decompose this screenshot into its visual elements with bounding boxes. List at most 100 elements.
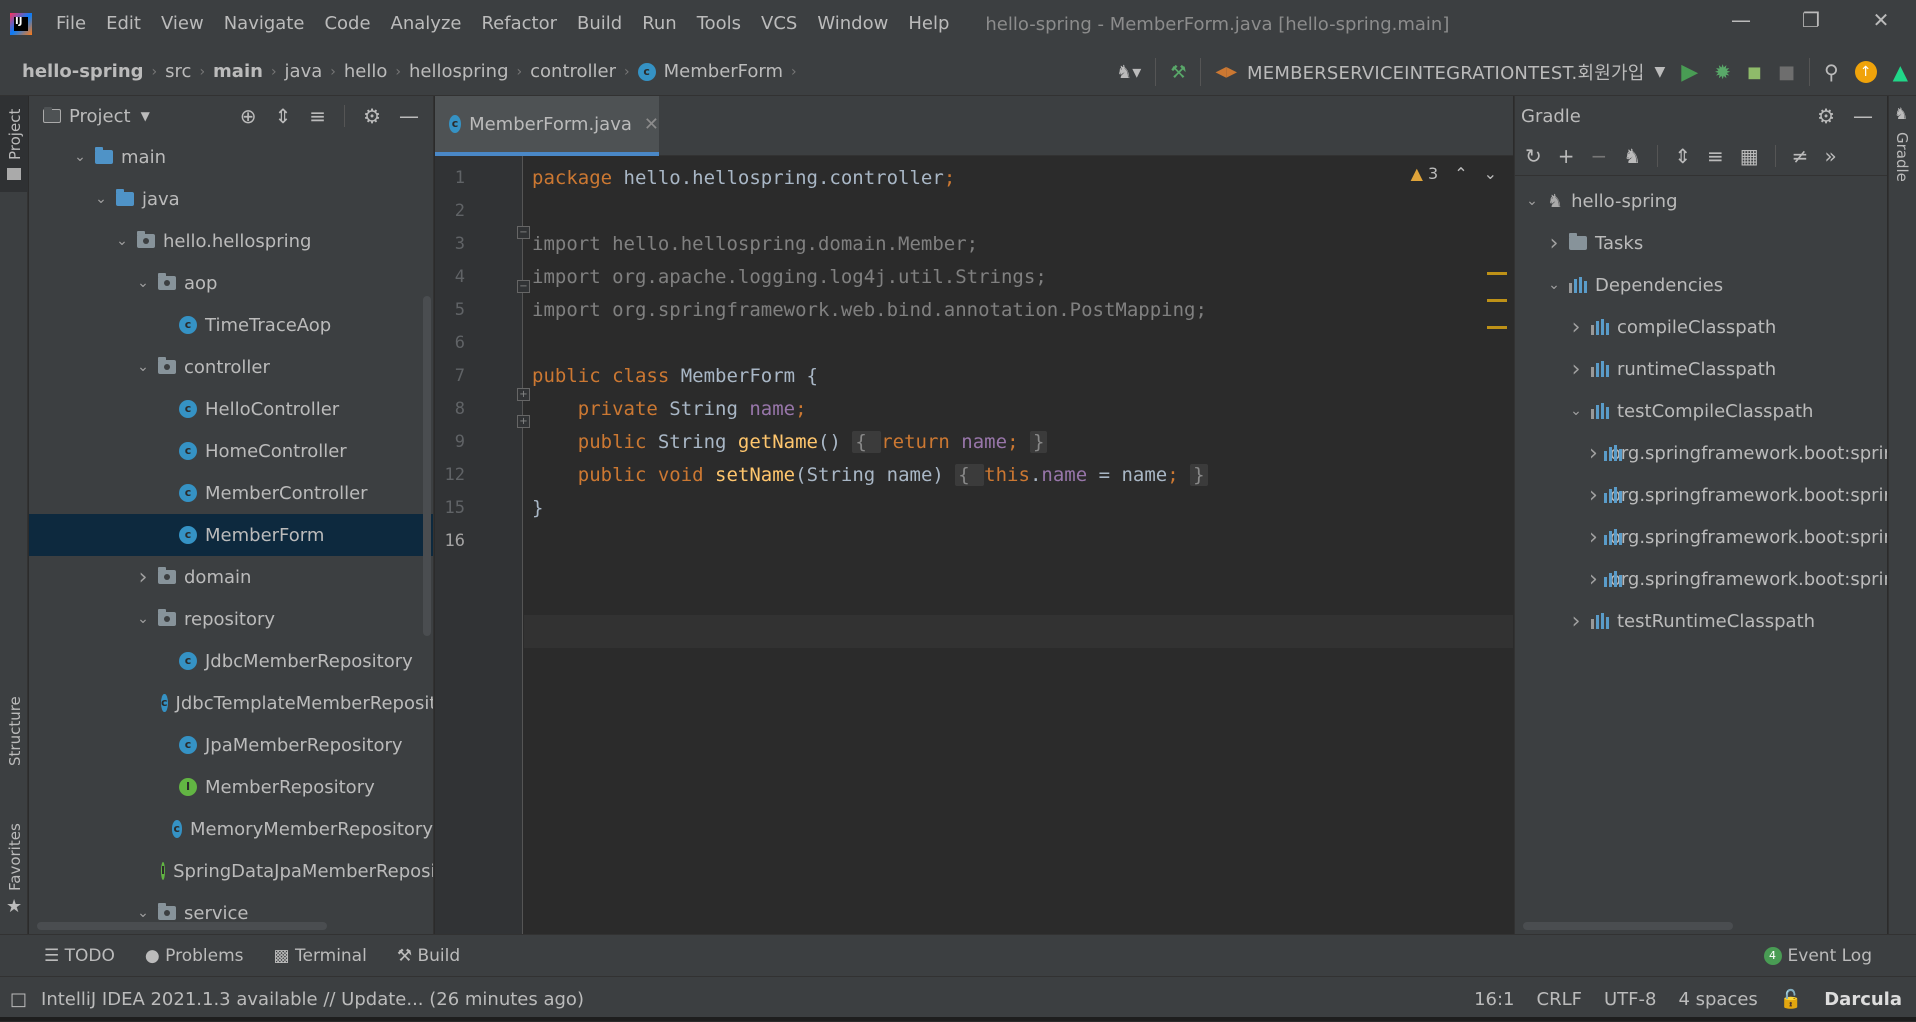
chevron-down-icon[interactable]: ▼ [141,109,150,123]
code-line[interactable]: import org.apache.logging.log4j.util.Str… [532,261,1047,294]
menu-analyze[interactable]: Analyze [381,0,472,48]
menu-run[interactable]: Run [632,0,687,48]
close-icon[interactable]: ✕ [644,114,659,135]
status-message[interactable]: IntelliJ IDEA 2021.1.3 available // Upda… [41,989,584,1010]
tree-item[interactable]: ⌄ repository [29,598,433,640]
toggle-tool-windows-icon[interactable]: □ [10,989,27,1010]
unlock-icon[interactable]: 🔓 [1780,989,1802,1010]
tree-item[interactable]: › org.springframework.boot:spring-boot-st… [1515,432,1887,474]
folded-code-region[interactable]: { [852,431,882,453]
menu-view[interactable]: View [151,0,214,48]
close-window-icon[interactable]: ✕ [1846,0,1916,40]
menu-code[interactable]: Code [314,0,380,48]
chevron-down-icon[interactable]: ⌄ [1484,164,1497,183]
tree-item[interactable]: I MemberRepository [29,766,433,808]
user-icon[interactable]: ♞▾ [1116,62,1141,83]
intellij-logo-icon[interactable]: IJ [10,13,32,35]
file-encoding[interactable]: UTF-8 [1604,989,1656,1010]
collapse-all-icon[interactable]: ≡ [309,104,326,128]
chevron-down-icon[interactable]: ⌄ [134,611,152,627]
code-line[interactable]: private String name; [532,393,807,426]
chevron-down-icon[interactable]: ⌄ [134,905,152,921]
breadcrumb-item[interactable]: src [165,61,191,82]
tree-item[interactable]: ⌄ testCompileClasspath [1515,390,1887,432]
tree-item[interactable]: › domain [29,556,433,598]
more-icon[interactable]: » [1824,144,1836,168]
group-modules-icon[interactable]: ▦ [1740,144,1759,168]
tree-item[interactable]: › testRuntimeClasspath [1515,600,1887,642]
tab-memberform-java[interactable]: c MemberForm.java ✕ [435,96,659,156]
menu-window[interactable]: Window [807,0,898,48]
run-icon[interactable]: ▶ [1681,60,1698,85]
code-line[interactable]: public class MemberForm { [532,360,818,393]
chevron-right-icon[interactable]: › [1589,441,1598,466]
inspection-widget[interactable]: ▲ 3 ⌃ ⌄ [1411,164,1497,183]
hide-panel-icon[interactable]: — [1853,104,1873,128]
tool-terminal[interactable]: ▩ Terminal [274,946,367,966]
chevron-up-icon[interactable]: ⌃ [1454,164,1467,183]
breadcrumb-item[interactable]: MemberForm [664,61,783,82]
breadcrumb-item[interactable]: controller [530,61,616,82]
execute-task-icon[interactable]: ♞ [1623,144,1641,168]
chevron-down-icon[interactable]: ⌄ [113,233,131,249]
search-icon[interactable]: ⚲ [1824,60,1839,84]
tree-item[interactable]: › org.springframework.boot:spring-boot-st… [1515,516,1887,558]
theme-switcher[interactable]: Darcula [1824,989,1902,1010]
run-config-selector[interactable]: ◀▶ MEMBERSERVICEINTEGRATIONTEST.회원가입 ▼ [1215,59,1665,85]
gear-icon[interactable]: ⚙ [363,104,381,128]
stripe-tab-project[interactable]: Project [0,96,28,192]
menu-navigate[interactable]: Navigate [214,0,315,48]
breadcrumb-item[interactable]: java [285,61,323,82]
tree-item[interactable]: I SpringDataJpaMemberRepository [29,850,433,892]
expand-all-icon[interactable]: ⇕ [275,104,292,128]
chevron-down-icon[interactable]: ⌄ [1523,193,1541,209]
tree-item[interactable]: c HelloController [29,388,433,430]
chevron-down-icon[interactable]: ⌄ [71,149,89,165]
tree-item[interactable]: › compileClasspath [1515,306,1887,348]
reload-icon[interactable]: ↻ [1525,144,1542,168]
tree-item[interactable]: › org.springframework.boot:spring-boot-st… [1515,474,1887,516]
expand-all-icon[interactable]: ⇕ [1674,144,1691,168]
tree-item[interactable]: › Tasks [1515,222,1887,264]
code-line[interactable]: public void setName(String name) { this.… [532,459,1208,492]
event-log[interactable]: 4 Event Log [1763,935,1872,977]
tree-item[interactable]: ⌄ aop [29,262,433,304]
coverage-icon[interactable]: ◼ [1747,62,1762,83]
project-scrollbar-horizontal[interactable] [37,922,327,930]
code-line[interactable]: public String getName() { return name; } [532,426,1048,459]
chevron-right-icon[interactable]: › [1567,357,1585,382]
tree-item[interactable]: ⌄ ♞ hello-spring [1515,180,1887,222]
menu-refactor[interactable]: Refactor [471,0,567,48]
add-icon[interactable]: + [1558,144,1575,168]
tree-item[interactable]: c JdbcMemberRepository [29,640,433,682]
folded-code-region[interactable]: } [1190,464,1208,486]
tree-item[interactable]: c MemberController [29,472,433,514]
project-view-selector[interactable]: Project [69,106,131,127]
offline-mode-icon[interactable]: ≠ [1792,144,1809,168]
update-icon[interactable]: ↑ [1854,61,1877,83]
tree-item[interactable]: c JdbcTemplateMemberRepository [29,682,433,724]
build-hammer-icon[interactable]: ⚒ [1170,62,1186,83]
code-line[interactable]: import hello.hellospring.domain.Member; [532,228,978,261]
tree-item[interactable]: c JpaMemberRepository [29,724,433,766]
tree-item[interactable]: ⌄ main [29,136,433,178]
tree-item[interactable]: ⌄ java [29,178,433,220]
code-line[interactable]: import org.springframework.web.bind.anno… [532,294,1207,327]
breadcrumb-item[interactable]: hello [344,61,388,82]
locate-icon[interactable]: ⊕ [240,104,257,128]
tree-item[interactable]: › runtimeClasspath [1515,348,1887,390]
tool-problems[interactable]: ● Problems [145,946,244,966]
menu-vcs[interactable]: VCS [751,0,807,48]
tool-todo[interactable]: ☰ TODO [44,946,115,966]
code-with-me-icon[interactable]: ▲ [1893,60,1908,84]
chevron-right-icon[interactable]: › [1567,609,1585,634]
gear-icon[interactable]: ⚙ [1817,104,1835,128]
code-area[interactable]: ▲ 3 ⌃ ⌄ package hello.hellospring.contro… [524,156,1513,934]
tree-item[interactable]: c MemberForm [29,514,433,556]
chevron-down-icon[interactable]: ⌄ [134,275,152,291]
tree-item[interactable]: ⌄ hello.hellospring [29,220,433,262]
chevron-right-icon[interactable]: › [1589,483,1598,508]
chevron-down-icon[interactable]: ⌄ [1545,277,1563,293]
chevron-right-icon[interactable]: › [1567,315,1585,340]
chevron-right-icon[interactable]: › [1589,525,1598,550]
